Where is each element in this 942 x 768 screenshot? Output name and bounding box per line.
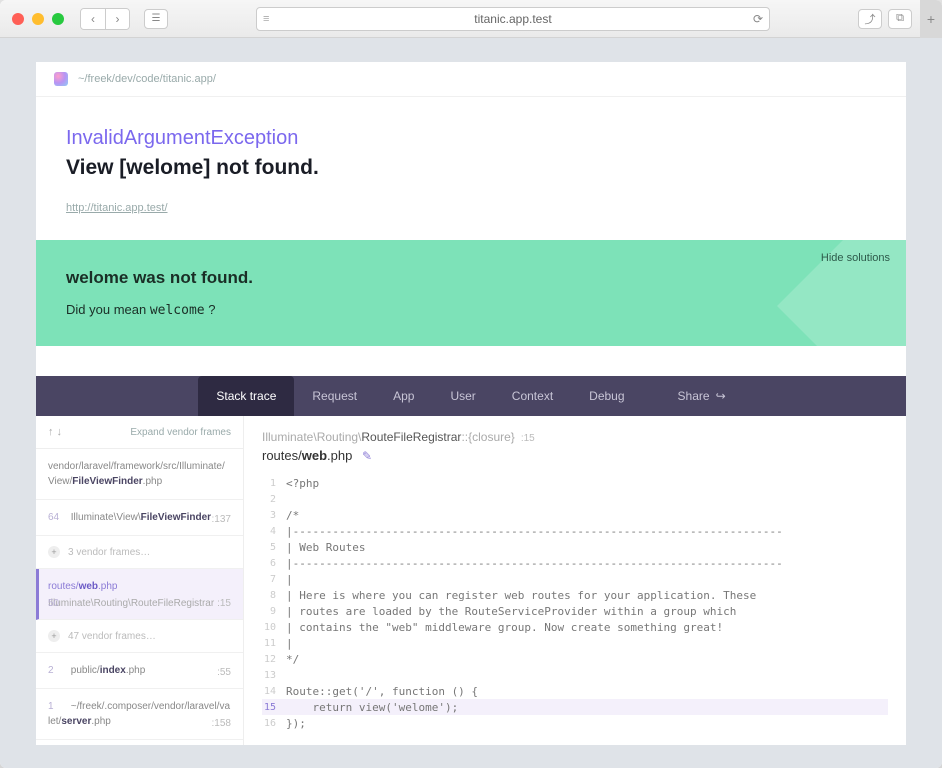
- reader-icon: ≡: [263, 13, 269, 25]
- address-url: titanic.app.test: [474, 12, 551, 26]
- new-tab-button[interactable]: +: [920, 0, 942, 38]
- stack-frame[interactable]: 64 Illuminate\View\FileViewFinder :137: [36, 500, 243, 536]
- address-bar[interactable]: ≡ titanic.app.test ⟳: [256, 7, 770, 31]
- stack-frame-active[interactable]: routes/web.php Illuminate\Routing\RouteF…: [36, 569, 243, 620]
- code-line: 16});: [262, 715, 888, 731]
- share-icon: ↪: [716, 389, 726, 403]
- solution-panel: Hide solutions welome was not found. Did…: [36, 240, 906, 346]
- breadcrumb-path: ~/freek/dev/code/titanic.app/: [78, 73, 216, 85]
- exception-url[interactable]: http://titanic.app.test/: [66, 202, 168, 214]
- close-window-button[interactable]: [12, 13, 24, 25]
- exception-type: InvalidArgumentException: [66, 127, 876, 150]
- code-line: 12*/: [262, 651, 888, 667]
- tabs-bar: Stack trace Request App User Context Deb…: [36, 376, 906, 416]
- forward-button[interactable]: ›: [105, 9, 129, 29]
- code-line: 7|: [262, 571, 888, 587]
- collapsed-frames[interactable]: + 47 vendor frames…: [36, 620, 243, 653]
- tab-app[interactable]: App: [375, 376, 432, 416]
- exception-message: View [welome] not found.: [66, 156, 876, 180]
- expand-vendor-frames[interactable]: Expand vendor frames: [130, 427, 231, 438]
- frames-list: ↑ ↓ Expand vendor frames vendor/laravel/…: [36, 416, 244, 745]
- code-line: 8| Here is where you can register web ro…: [262, 587, 888, 603]
- code-line: 6|--------------------------------------…: [262, 555, 888, 571]
- stack-frame[interactable]: 2 public/index.php :55: [36, 653, 243, 689]
- zoom-window-button[interactable]: [52, 13, 64, 25]
- hide-solutions-link[interactable]: Hide solutions: [821, 252, 890, 264]
- minimize-window-button[interactable]: [32, 13, 44, 25]
- share-browser-button[interactable]: ⤴: [858, 9, 882, 29]
- code-file-path: routes/web.php ✎: [262, 448, 888, 463]
- back-button[interactable]: ‹: [81, 9, 105, 29]
- tab-request[interactable]: Request: [294, 376, 375, 416]
- code-line: 3/*: [262, 507, 888, 523]
- code-listing: 1<?php23/*4|----------------------------…: [262, 475, 888, 731]
- tabs-button[interactable]: ⧉: [888, 9, 912, 29]
- browser-titlebar: ‹ › ☰ ≡ titanic.app.test ⟳ ⤴ ⧉ +: [0, 0, 942, 38]
- window-controls: [12, 13, 64, 25]
- frame-nav-arrows[interactable]: ↑ ↓: [48, 426, 62, 438]
- tab-user[interactable]: User: [432, 376, 493, 416]
- code-line: 14Route::get('/', function () {: [262, 683, 888, 699]
- stack-frame[interactable]: 1 ~/freek/.composer/vendor/laravel/valet…: [36, 689, 243, 740]
- reload-icon[interactable]: ⟳: [753, 12, 763, 26]
- code-line: 5| Web Routes: [262, 539, 888, 555]
- code-line: 9| routes are loaded by the RouteService…: [262, 603, 888, 619]
- code-line: 1<?php: [262, 475, 888, 491]
- edit-icon[interactable]: ✎: [362, 449, 372, 463]
- collapsed-frames[interactable]: + 3 vendor frames…: [36, 536, 243, 569]
- sidebar-toggle-button[interactable]: ☰: [144, 9, 168, 29]
- code-line: 10| contains the "web" middleware group.…: [262, 619, 888, 635]
- stack-frame[interactable]: vendor/laravel/framework/src/Illuminate/…: [36, 449, 243, 500]
- code-line: 15 return view('welome');: [262, 699, 888, 715]
- solution-hint: Did you mean welcome ?: [66, 302, 876, 318]
- code-panel: Illuminate\Routing\RouteFileRegistrar::{…: [244, 416, 906, 745]
- code-line: 11|: [262, 635, 888, 651]
- code-line: 13: [262, 667, 888, 683]
- expand-icon: +: [48, 546, 60, 558]
- code-crumb: Illuminate\Routing\RouteFileRegistrar::{…: [262, 430, 888, 444]
- tab-context[interactable]: Context: [494, 376, 571, 416]
- app-logo-icon: [54, 72, 68, 86]
- tab-stack-trace[interactable]: Stack trace: [198, 376, 294, 416]
- code-line: 2: [262, 491, 888, 507]
- breadcrumb: ~/freek/dev/code/titanic.app/: [36, 62, 906, 97]
- expand-icon: +: [48, 630, 60, 642]
- solution-title: welome was not found.: [66, 268, 876, 288]
- tab-debug[interactable]: Debug: [571, 376, 642, 416]
- tab-share[interactable]: Share ↪: [660, 376, 744, 416]
- code-line: 4|--------------------------------------…: [262, 523, 888, 539]
